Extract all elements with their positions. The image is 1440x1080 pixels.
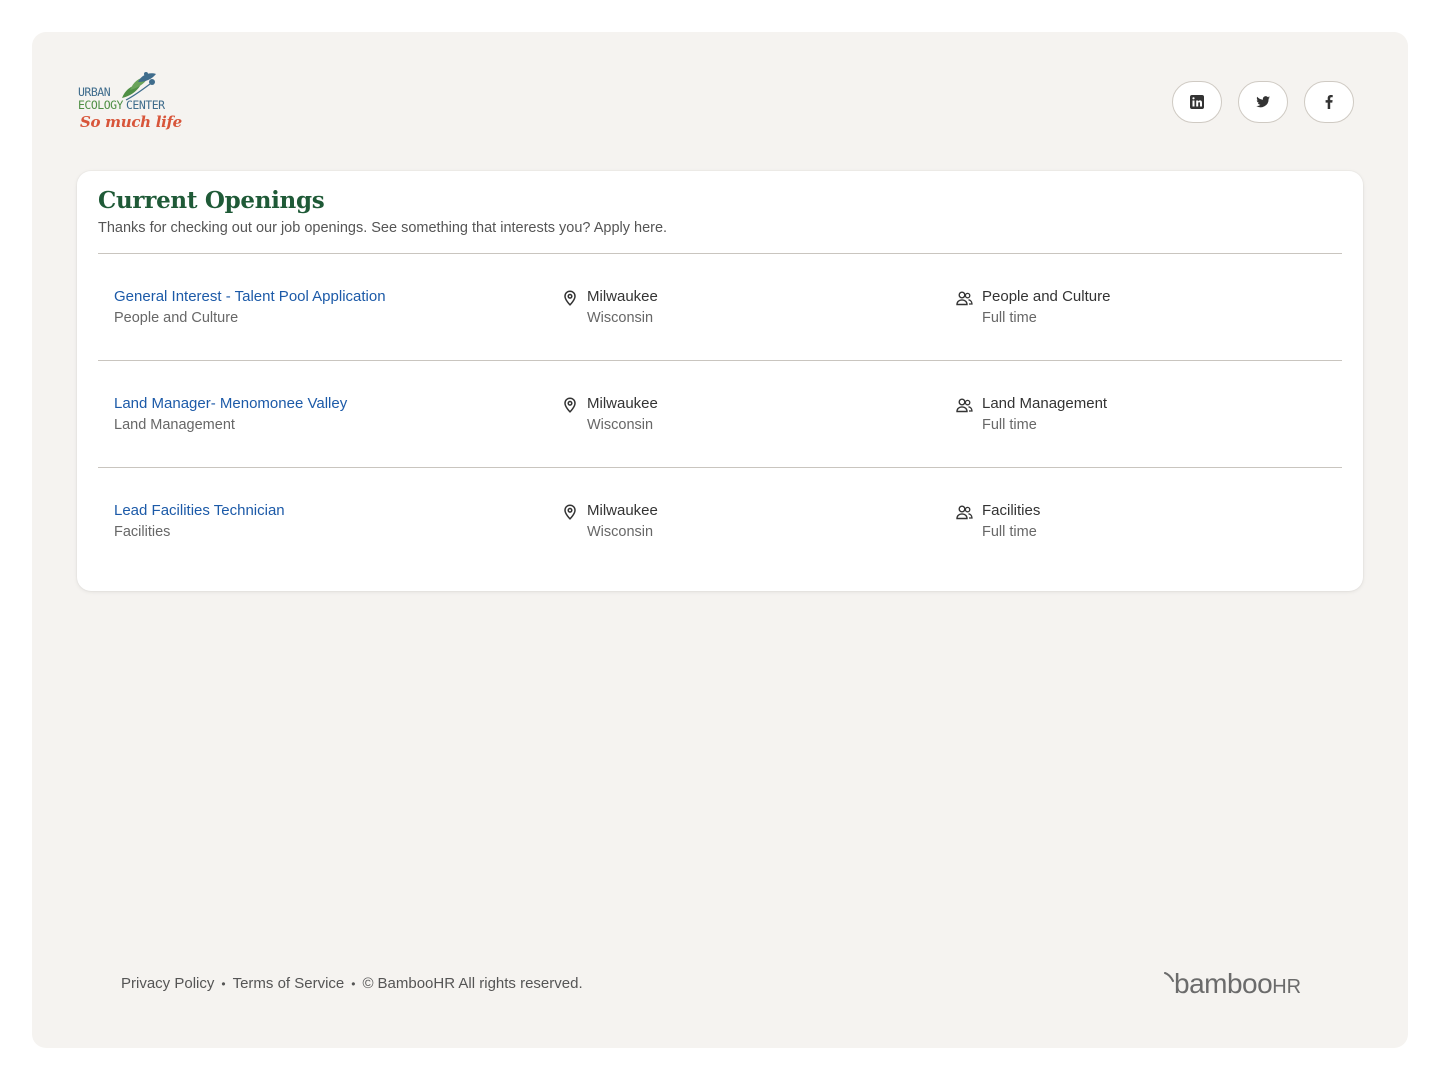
job-state: Wisconsin xyxy=(587,524,654,540)
linkedin-button[interactable] xyxy=(1172,81,1222,123)
job-row: Lead Facilities Technician Facilities Mi… xyxy=(98,468,1342,575)
twitter-button[interactable] xyxy=(1238,81,1288,123)
twitter-icon xyxy=(1256,96,1270,108)
logo-ecology-text: ECOLOGY xyxy=(78,98,123,112)
job-title-link[interactable]: Land Manager- Menomonee Valley xyxy=(114,395,347,412)
copyright-text: BambooHR All rights reserved. xyxy=(377,975,583,992)
page-title: Current Openings xyxy=(98,187,325,214)
job-title-link[interactable]: General Interest - Talent Pool Applicati… xyxy=(114,288,386,305)
copyright-icon: © xyxy=(362,975,374,992)
job-team-name: People and Culture xyxy=(982,288,1111,305)
job-team-name: Land Management xyxy=(982,395,1108,412)
job-team-name: Facilities xyxy=(982,502,1041,519)
bamboohr-suffix: HR xyxy=(1272,976,1302,998)
job-employment-type: Full time xyxy=(982,310,1037,326)
facebook-button[interactable] xyxy=(1304,81,1354,123)
job-state: Wisconsin xyxy=(587,417,654,433)
facebook-icon xyxy=(1325,95,1333,109)
page-frame: URBAN ECOLOGY CENTER So much life Curren… xyxy=(32,32,1408,1048)
bamboohr-wordmark: bambooHR xyxy=(1174,968,1301,1000)
linkedin-icon xyxy=(1190,95,1204,109)
terms-of-service-link[interactable]: Terms of Service xyxy=(233,975,345,992)
job-employment-type: Full time xyxy=(982,417,1037,433)
page-subtitle: Thanks for checking out our job openings… xyxy=(98,220,668,236)
separator-dot: • xyxy=(351,976,356,991)
logo-tagline: So much life xyxy=(80,113,182,131)
logo-urban-text: URBAN xyxy=(78,85,111,99)
footer: Privacy Policy • Terms of Service • © Ba… xyxy=(121,975,583,992)
location-pin-icon xyxy=(564,290,576,306)
people-icon xyxy=(956,398,973,413)
privacy-policy-link[interactable]: Privacy Policy xyxy=(121,975,214,992)
social-links xyxy=(1172,81,1354,123)
people-icon xyxy=(956,505,973,520)
job-city: Milwaukee xyxy=(587,395,658,412)
bamboohr-word: bamboo xyxy=(1174,968,1273,999)
people-icon xyxy=(956,291,973,306)
bamboohr-logo[interactable]: bambooHR xyxy=(1164,968,1324,1002)
job-row: General Interest - Talent Pool Applicati… xyxy=(98,254,1342,361)
urban-ecology-center-logo[interactable]: URBAN ECOLOGY CENTER So much life xyxy=(76,70,182,136)
location-pin-icon xyxy=(564,504,576,520)
job-department: Land Management xyxy=(114,417,235,433)
job-row: Land Manager- Menomonee Valley Land Mana… xyxy=(98,361,1342,468)
job-state: Wisconsin xyxy=(587,310,654,326)
job-city: Milwaukee xyxy=(587,502,658,519)
separator-dot: • xyxy=(221,976,226,991)
job-department: Facilities xyxy=(114,524,171,540)
job-city: Milwaukee xyxy=(587,288,658,305)
location-pin-icon xyxy=(564,397,576,413)
openings-card: Current Openings Thanks for checking out… xyxy=(77,171,1363,591)
job-title-link[interactable]: Lead Facilities Technician xyxy=(114,502,285,519)
logo-center-text: CENTER xyxy=(126,98,165,112)
job-employment-type: Full time xyxy=(982,524,1037,540)
job-department: People and Culture xyxy=(114,310,239,326)
